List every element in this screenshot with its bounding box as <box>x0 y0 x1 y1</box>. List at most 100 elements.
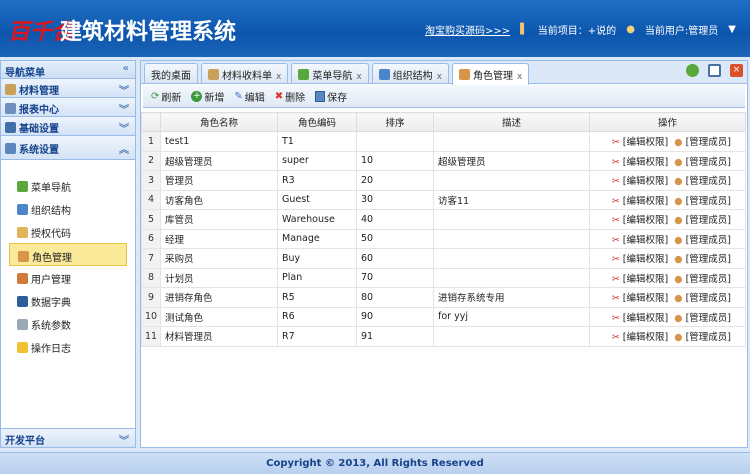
edit-permission-link[interactable]: [编辑权限] <box>623 176 668 187</box>
close-icon[interactable]: x <box>517 72 522 82</box>
buy-source-link[interactable]: 淘宝购买源码>>> <box>425 22 510 37</box>
tab-material-receipt[interactable]: 材料收料单 x <box>201 63 289 83</box>
close-icon[interactable]: x <box>437 72 442 82</box>
collapse-icon[interactable]: « <box>123 63 129 74</box>
users-icon: ● <box>674 293 683 305</box>
tools-icon: ✂ <box>611 215 620 227</box>
tools-icon: ✂ <box>611 234 620 246</box>
cell: 9 <box>141 287 161 308</box>
sidebar-item-menu-nav[interactable]: 菜单导航 <box>9 174 127 197</box>
tab-roles[interactable]: 角色管理 x <box>451 63 530 85</box>
manage-members-link[interactable]: [管理成员] <box>686 215 731 226</box>
cell: 超级管理员 <box>160 150 278 171</box>
table-row[interactable]: 11 材料管理员 R7 91 ✂ [编辑权限] ● [管理成员] <box>141 326 746 347</box>
refresh-button[interactable]: ⟳ 刷新 <box>151 89 181 104</box>
sidebar-item-dictionary[interactable]: 数据字典 <box>9 289 127 312</box>
delete-button[interactable]: ✖ 删除 <box>275 89 305 104</box>
close-icon[interactable]: × <box>730 64 743 77</box>
edit-permission-link[interactable]: [编辑权限] <box>623 254 668 265</box>
section-basic[interactable]: 基础设置 ︾ <box>1 117 135 136</box>
table-row[interactable]: 7 采购员 Buy 60 ✂ [编辑权限] ● [管理成员] <box>141 248 746 269</box>
cell: 70 <box>356 267 434 288</box>
sidebar-item-auth-code[interactable]: 授权代码 <box>9 220 127 243</box>
tab-menu-nav[interactable]: 菜单导航 x <box>291 63 369 83</box>
cell <box>433 326 590 347</box>
edit-permission-link[interactable]: [编辑权限] <box>623 215 668 226</box>
sidebar-item-org[interactable]: 组织结构 <box>9 197 127 220</box>
fullscreen-icon[interactable] <box>708 64 721 77</box>
edit-permission-link[interactable]: [编辑权限] <box>623 235 668 246</box>
table-row[interactable]: 5 库管员 Warehouse 40 ✂ [编辑权限] ● [管理成员] <box>141 209 746 230</box>
table-row[interactable]: 9 进销存角色 R5 80 进销存系统专用 ✂ [编辑权限] ● [管理成员] <box>141 287 746 308</box>
close-icon[interactable]: x <box>276 72 281 82</box>
tab-org[interactable]: 组织结构 x <box>371 63 449 83</box>
sidebar-item-users[interactable]: 用户管理 <box>9 266 127 289</box>
house-icon <box>208 69 219 80</box>
cell: 6 <box>141 228 161 249</box>
cell <box>433 248 590 269</box>
tools-icon: ✂ <box>611 254 620 266</box>
add-button[interactable]: + 新增 <box>191 89 224 104</box>
table-row[interactable]: 8 计划员 Plan 70 ✂ [编辑权限] ● [管理成员] <box>141 267 746 288</box>
table-row[interactable]: 2 超级管理员 super 10 超级管理员 ✂ [编辑权限] ● [管理成员] <box>141 150 746 171</box>
sidebar-item-params[interactable]: 系统参数 <box>9 312 127 335</box>
manage-members-link[interactable]: [管理成员] <box>686 196 731 207</box>
col-description[interactable]: 描述 <box>433 112 590 132</box>
cell: 20 <box>356 170 434 191</box>
manage-members-link[interactable]: [管理成员] <box>686 235 731 246</box>
lock-icon <box>17 227 28 238</box>
table-row[interactable]: 10 测试角色 R6 90 for yyj ✂ [编辑权限] ● [管理成员] <box>141 306 746 327</box>
sidebar-item-roles[interactable]: 角色管理 <box>9 243 127 266</box>
sidebar-item-log[interactable]: 操作日志 <box>9 335 127 358</box>
table-row[interactable]: 6 经理 Manage 50 ✂ [编辑权限] ● [管理成员] <box>141 228 746 249</box>
cell: 80 <box>356 287 434 308</box>
section-dev-platform[interactable]: 开发平台 ︾ <box>1 428 135 447</box>
cell: test1 <box>160 131 278 152</box>
col-order[interactable]: 排序 <box>356 112 434 132</box>
edit-permission-link[interactable]: [编辑权限] <box>623 157 668 168</box>
manage-members-link[interactable]: [管理成员] <box>686 254 731 265</box>
edit-button[interactable]: ✎ 编辑 <box>234 89 264 104</box>
users-icon: ● <box>674 156 683 168</box>
col-role-name[interactable]: 角色名称 <box>160 112 278 132</box>
edit-permission-link[interactable]: [编辑权限] <box>623 274 668 285</box>
cell: 7 <box>141 248 161 269</box>
manage-members-link[interactable]: [管理成员] <box>686 157 731 168</box>
manage-members-link[interactable]: [管理成员] <box>686 176 731 187</box>
current-user[interactable]: 当前用户:管理员 <box>645 22 718 37</box>
table-row[interactable]: 1 test1 T1 ✂ [编辑权限] ● [管理成员] <box>141 131 746 152</box>
section-material[interactable]: 材料管理 ︾ <box>1 79 135 98</box>
current-project[interactable]: 当前项目：+说的 <box>538 22 616 37</box>
manage-members-link[interactable]: [管理成员] <box>686 313 731 324</box>
tab-desktop[interactable]: 我的桌面 <box>144 63 198 83</box>
cell: 50 <box>356 228 434 249</box>
section-system[interactable]: 系统设置 ︽ <box>1 136 135 160</box>
manage-members-link[interactable]: [管理成员] <box>686 274 731 285</box>
save-icon <box>315 90 326 102</box>
manage-members-link[interactable]: [管理成员] <box>686 332 731 343</box>
save-button[interactable]: 保存 <box>315 89 347 104</box>
cell: Manage <box>277 228 357 249</box>
manage-members-link[interactable]: [管理成员] <box>686 137 731 148</box>
edit-permission-link[interactable]: [编辑权限] <box>623 313 668 324</box>
tools-icon: ✂ <box>611 273 620 285</box>
chevron-down-icon[interactable]: ▼ <box>728 24 736 35</box>
refresh-icon[interactable] <box>686 64 699 77</box>
edit-permission-link[interactable]: [编辑权限] <box>623 196 668 207</box>
chevron-up-icon: ︽ <box>119 145 129 156</box>
manage-members-link[interactable]: [管理成员] <box>686 293 731 304</box>
edit-permission-link[interactable]: [编辑权限] <box>623 137 668 148</box>
tools-icon: ✂ <box>611 312 620 324</box>
table-row[interactable]: 4 访客角色 Guest 30 访客11 ✂ [编辑权限] ● [管理成员] <box>141 189 746 210</box>
close-icon[interactable]: x <box>356 72 361 82</box>
cell: 60 <box>356 248 434 269</box>
cell <box>433 131 590 152</box>
app-title: 建筑材料管理系统 <box>60 20 237 45</box>
table-row[interactable]: 3 管理员 R3 20 ✂ [编辑权限] ● [管理成员] <box>141 170 746 191</box>
col-role-code[interactable]: 角色编码 <box>277 112 357 132</box>
users-icon: ● <box>674 332 683 344</box>
roles-table: 角色名称 角色编码 排序 描述 操作 1 test1 T1 ✂ [编辑权限] ● [管… <box>141 112 746 347</box>
section-report[interactable]: 报表中心 ︾ <box>1 98 135 117</box>
edit-permission-link[interactable]: [编辑权限] <box>623 293 668 304</box>
edit-permission-link[interactable]: [编辑权限] <box>623 332 668 343</box>
